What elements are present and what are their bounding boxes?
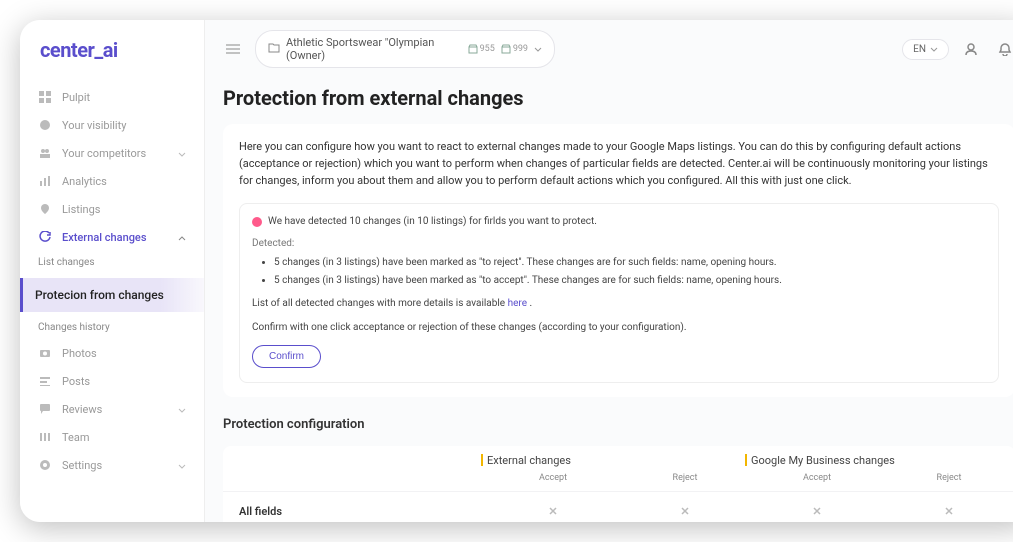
topbar-right: EN: [902, 37, 1013, 61]
bell-icon: [998, 42, 1012, 56]
folder-icon: [268, 43, 280, 56]
lang-selector[interactable]: EN: [902, 39, 949, 60]
chevron-down-icon: [178, 147, 186, 160]
pin-icon: [38, 202, 52, 216]
notifications-button[interactable]: [993, 37, 1013, 61]
subnav-list-changes[interactable]: List changes: [38, 251, 204, 274]
user-button[interactable]: [959, 37, 983, 61]
nav: Pulpit Your visibility Your competitors …: [20, 77, 204, 522]
config-section-title: Protection configuration: [223, 417, 1013, 432]
gear-icon: [38, 458, 52, 472]
chevron-down-icon: [534, 47, 542, 52]
chevron-up-icon: [178, 231, 186, 244]
col-header-external: External changes: [487, 446, 751, 471]
camera-icon: [38, 346, 52, 360]
menu-toggle[interactable]: [221, 37, 245, 61]
posts-icon: [38, 374, 52, 388]
chevron-down-icon: [178, 459, 186, 472]
cell-ext-reject[interactable]: [619, 502, 751, 521]
nav-listings[interactable]: Listings: [20, 195, 204, 223]
user-icon: [964, 42, 978, 56]
detected-label: Detected:: [252, 236, 986, 252]
users-icon: [38, 146, 52, 160]
eye-icon: [38, 118, 52, 132]
store-selector[interactable]: Athletic Sportswear "Olympian (Owner) 95…: [255, 30, 555, 68]
col-header-gmb: Google My Business changes: [751, 446, 1013, 471]
topbar: Athletic Sportswear "Olympian (Owner) 95…: [205, 20, 1013, 78]
description-text: Here you can configure how you want to r…: [239, 138, 999, 189]
sub-header-reject: Reject: [619, 473, 751, 483]
store-count-1: 955: [468, 44, 495, 54]
chart-icon: [38, 174, 52, 188]
nav-analytics[interactable]: Analytics: [20, 167, 204, 195]
cell-gmb-reject[interactable]: [883, 502, 1013, 521]
confirm-button[interactable]: Confirm: [252, 345, 321, 368]
nav-pulpit[interactable]: Pulpit: [20, 83, 204, 111]
alert-box: We have detected 10 changes (in 10 listi…: [239, 203, 999, 383]
nav-posts[interactable]: Posts: [20, 367, 204, 395]
here-link[interactable]: here: [508, 298, 527, 309]
dashboard-icon: [38, 90, 52, 104]
config-grid: External changes Google My Business chan…: [223, 446, 1013, 522]
sidebar: center_ai Pulpit Your visibility Your co…: [20, 20, 205, 522]
refresh-icon: [38, 230, 52, 244]
alert-icon: [252, 217, 262, 227]
description-card: Here you can configure how you want to r…: [223, 124, 1013, 397]
confirm-text: Confirm with one click acceptance or rej…: [252, 320, 986, 336]
cell-ext-accept[interactable]: [487, 502, 619, 521]
nav-photos[interactable]: Photos: [20, 339, 204, 367]
team-icon: [38, 430, 52, 444]
sub-header-reject: Reject: [883, 473, 1013, 483]
sub-header-accept: Accept: [487, 473, 619, 483]
alert-headline: We have detected 10 changes (in 10 listi…: [268, 214, 597, 230]
nav-external-changes[interactable]: External changes: [20, 223, 204, 251]
content: Protection from external changes Here yo…: [205, 78, 1013, 522]
nav-settings[interactable]: Settings: [20, 451, 204, 479]
alert-bullet: 5 changes (in 3 listings) have been mark…: [274, 255, 986, 271]
nav-reviews[interactable]: Reviews: [20, 395, 204, 423]
config-row: All fields: [223, 491, 1013, 522]
subnav-history[interactable]: Changes history: [38, 316, 204, 339]
app-frame: center_ai Pulpit Your visibility Your co…: [20, 20, 1013, 522]
nav-team[interactable]: Team: [20, 423, 204, 451]
store-name: Athletic Sportswear "Olympian (Owner): [286, 36, 468, 62]
sub-header-accept: Accept: [751, 473, 883, 483]
main: Athletic Sportswear "Olympian (Owner) 95…: [205, 20, 1013, 522]
chevron-down-icon: [178, 403, 186, 416]
row-label: All fields: [223, 505, 487, 518]
nav-competitors[interactable]: Your competitors: [20, 139, 204, 167]
logo: center_ai: [20, 20, 204, 77]
chevron-down-icon: [930, 47, 938, 52]
store-count-2: 999: [501, 44, 528, 54]
cell-gmb-accept[interactable]: [751, 502, 883, 521]
alert-bullet: 5 changes (in 3 listings) have been mark…: [274, 273, 986, 289]
alert-bullets: 5 changes (in 3 listings) have been mark…: [252, 255, 986, 288]
subnav-external: List changes Protecion from changes Chan…: [20, 251, 204, 339]
nav-visibility[interactable]: Your visibility: [20, 111, 204, 139]
chat-icon: [38, 402, 52, 416]
page-title: Protection from external changes: [223, 86, 1013, 110]
subnav-protection[interactable]: Protecion from changes: [20, 278, 204, 312]
